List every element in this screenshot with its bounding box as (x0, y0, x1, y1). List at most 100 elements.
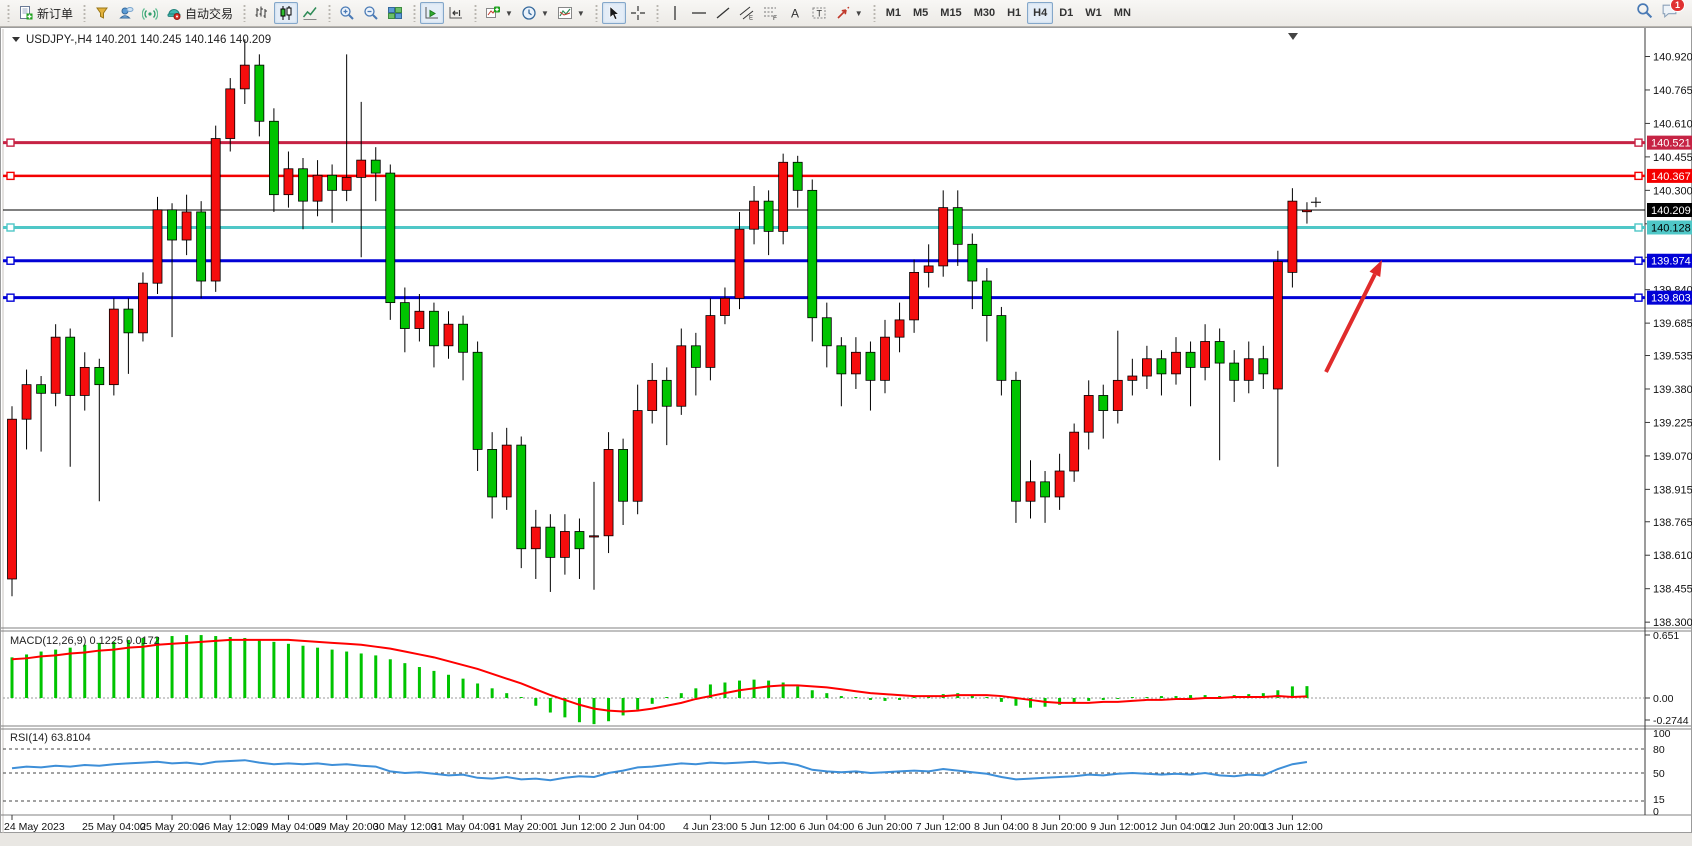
line-handle-icon[interactable] (1635, 294, 1642, 301)
candle[interactable] (1055, 471, 1064, 497)
candle[interactable] (793, 162, 802, 190)
timeframe-m30[interactable]: M30 (968, 2, 1001, 24)
timeframe-w1[interactable]: W1 (1079, 2, 1108, 24)
candle[interactable] (866, 352, 875, 380)
candle[interactable] (400, 303, 409, 329)
hline-button[interactable] (687, 2, 711, 24)
candle[interactable] (1084, 395, 1093, 432)
candle[interactable] (1273, 262, 1282, 389)
candle[interactable] (939, 208, 948, 266)
candle[interactable] (764, 201, 773, 231)
periods-button[interactable]: ▼ (517, 2, 553, 24)
candle[interactable] (560, 531, 569, 557)
candle[interactable] (531, 527, 540, 549)
candle[interactable] (37, 385, 46, 394)
line-handle-icon[interactable] (7, 294, 14, 301)
candle[interactable] (720, 298, 729, 315)
notifications-button[interactable]: 1 (1661, 2, 1678, 24)
community-button[interactable] (114, 2, 138, 24)
candle[interactable] (1011, 380, 1020, 501)
candle[interactable] (415, 311, 424, 328)
candle[interactable] (124, 309, 133, 333)
chart-shift-button[interactable] (444, 2, 468, 24)
line-handle-icon[interactable] (7, 172, 14, 179)
indicators-button[interactable]: ▼ (481, 2, 517, 24)
funnel-button[interactable] (90, 2, 114, 24)
candle[interactable] (80, 367, 89, 395)
candle[interactable] (66, 337, 75, 395)
candle[interactable] (1215, 341, 1224, 363)
candle[interactable] (750, 201, 759, 229)
candle[interactable] (706, 316, 715, 368)
candle[interactable] (240, 65, 249, 89)
label-button[interactable]: T (807, 2, 831, 24)
candle[interactable] (1172, 352, 1181, 374)
candle[interactable] (735, 229, 744, 298)
line-chart-button[interactable] (298, 2, 322, 24)
new-order-button[interactable]: 新订单 (14, 2, 77, 24)
candle[interactable] (1186, 352, 1195, 367)
candle[interactable] (473, 352, 482, 449)
candle[interactable] (910, 272, 919, 319)
candle[interactable] (982, 281, 991, 316)
candle[interactable] (517, 445, 526, 549)
signals-button[interactable] (138, 2, 162, 24)
candle[interactable] (502, 445, 511, 497)
candle[interactable] (153, 210, 162, 283)
candle[interactable] (546, 527, 555, 557)
timeframe-m1[interactable]: M1 (880, 2, 907, 24)
candle[interactable] (313, 175, 322, 201)
vline-button[interactable] (663, 2, 687, 24)
candle[interactable] (371, 160, 380, 173)
line-handle-icon[interactable] (1635, 172, 1642, 179)
candle[interactable] (342, 177, 351, 190)
search-icon[interactable] (1636, 2, 1653, 24)
text-button[interactable]: A (783, 2, 807, 24)
candle[interactable] (138, 283, 147, 333)
candle[interactable] (22, 385, 31, 420)
candle[interactable] (182, 212, 191, 240)
candle[interactable] (459, 324, 468, 352)
candle[interactable] (211, 139, 220, 281)
candle[interactable] (357, 160, 366, 177)
candle[interactable] (444, 324, 453, 346)
autotrade-button[interactable]: 自动交易 (162, 2, 237, 24)
candle[interactable] (488, 449, 497, 496)
candle[interactable] (662, 380, 671, 406)
line-handle-icon[interactable] (7, 257, 14, 264)
candle[interactable] (109, 309, 118, 385)
candle[interactable] (808, 190, 817, 317)
candle[interactable] (386, 173, 395, 303)
candle[interactable] (299, 169, 308, 201)
chart-window[interactable]: 140.920140.765140.610140.455140.300140.1… (0, 27, 1692, 841)
candle[interactable] (8, 419, 17, 579)
candle[interactable] (1259, 359, 1268, 374)
autoscroll-button[interactable] (420, 2, 444, 24)
candle[interactable] (822, 318, 831, 346)
candle[interactable] (284, 169, 293, 195)
candle[interactable] (328, 175, 337, 190)
candle[interactable] (677, 346, 686, 406)
candle[interactable] (691, 346, 700, 368)
candle[interactable] (1201, 341, 1210, 367)
zoom-in-button[interactable] (335, 2, 359, 24)
arrows-button[interactable]: ▼ (831, 2, 867, 24)
line-handle-icon[interactable] (1635, 257, 1642, 264)
timeframe-h1[interactable]: H1 (1001, 2, 1027, 24)
tile-windows-button[interactable] (383, 2, 407, 24)
price-chart[interactable]: 140.920140.765140.610140.455140.300140.1… (0, 27, 1692, 841)
candle[interactable] (881, 337, 890, 380)
candle[interactable] (255, 65, 264, 121)
crosshair-button[interactable] (626, 2, 650, 24)
candle[interactable] (590, 536, 599, 537)
timeframe-d1[interactable]: D1 (1053, 2, 1079, 24)
line-handle-icon[interactable] (7, 139, 14, 146)
line-handle-icon[interactable] (7, 224, 14, 231)
candle[interactable] (779, 162, 788, 231)
zoom-out-button[interactable] (359, 2, 383, 24)
templates-button[interactable]: ▼ (553, 2, 589, 24)
candle[interactable] (1302, 210, 1311, 212)
candle[interactable] (924, 266, 933, 272)
timeframe-m5[interactable]: M5 (907, 2, 934, 24)
candle[interactable] (269, 121, 278, 194)
